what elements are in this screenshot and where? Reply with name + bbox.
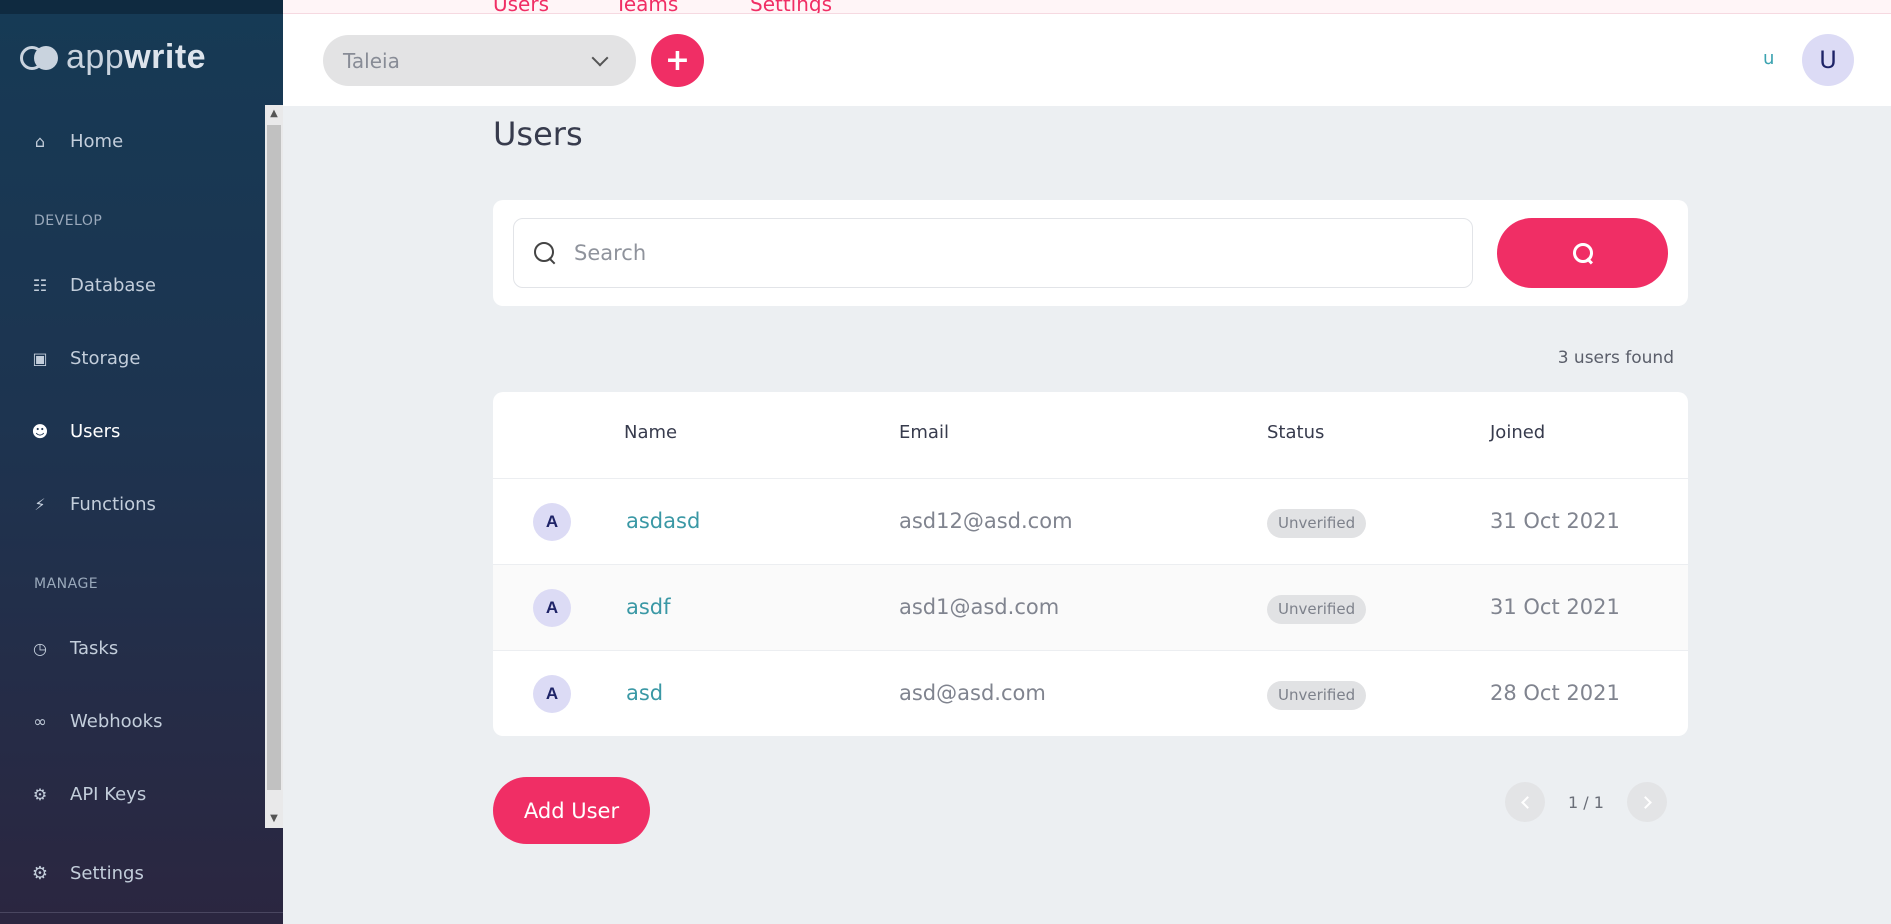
status-badge: Unverified [1267,595,1367,624]
status-badge: Unverified [1267,681,1367,710]
folder-icon: ▣ [32,349,48,368]
appwrite-logo[interactable]: appwrite [20,38,206,77]
page-title: Users [493,115,583,153]
section-label-develop: DEVELOP [34,213,103,229]
user-email: asd1@asd.com [899,595,1060,619]
user-name-link[interactable]: asd [626,681,663,705]
sidebar-item-api-keys[interactable]: ⚙ API Keys [30,784,146,805]
sidebar-item-tasks[interactable]: ◷ Tasks [30,638,118,659]
tabs-strip: Users Teams Settings [283,0,1891,14]
chevron-down-icon [591,49,609,66]
plus-icon: + [664,43,691,78]
project-select-value: Taleia [343,48,400,73]
link-icon: ∞ [33,712,47,731]
sidebar-item-label: Home [70,131,124,152]
gear-icon: ⚙ [31,863,49,884]
sidebar-nav: ⌂ Home DEVELOP ☷ Database ▣ Storage ☻ Us… [0,105,283,830]
search-icon [534,242,556,264]
user-avatar: A [533,589,571,627]
sidebar-item-label: Functions [70,494,156,515]
scroll-up-icon[interactable]: ▲ [265,105,283,123]
sidebar-item-webhooks[interactable]: ∞ Webhooks [30,711,162,732]
table-row[interactable]: A asdasd asd12@asd.com Unverified 31 Oct… [493,479,1688,565]
logo-text: appwrite [66,38,207,76]
table-row[interactable]: A asdf asd1@asd.com Unverified 31 Oct 20… [493,565,1688,651]
pagination: 1 / 1 [1505,782,1667,822]
user-email: asd@asd.com [899,681,1046,705]
add-project-button[interactable]: + [651,34,704,87]
search-box[interactable] [513,218,1473,288]
prev-page-button[interactable] [1505,782,1545,822]
add-user-button[interactable]: Add User [493,777,650,844]
tab-settings[interactable]: Settings [750,0,832,13]
clock-icon: ◷ [33,639,47,658]
sidebar-item-label: Webhooks [70,711,163,732]
scrollbar-thumb[interactable] [267,125,281,790]
tab-users[interactable]: Users [493,0,549,13]
sidebar-item-storage[interactable]: ▣ Storage [30,348,140,369]
column-header-email: Email [899,422,949,443]
user-joined-date: 31 Oct 2021 [1490,595,1620,619]
sidebar-top-strip [0,0,283,14]
user-joined-date: 28 Oct 2021 [1490,681,1620,705]
status-badge: Unverified [1267,509,1367,538]
sidebar-divider [0,912,283,913]
user-name-link[interactable]: asdasd [626,509,700,533]
sidebar-item-settings[interactable]: ⚙ Settings [30,863,144,884]
sidebar-item-label: Tasks [70,638,119,659]
column-header-name: Name [624,422,678,443]
sidebar-item-label: Database [70,275,156,296]
section-label-manage: MANAGE [34,576,99,592]
scroll-down-icon[interactable]: ▼ [265,810,283,828]
tab-teams[interactable]: Teams [615,0,678,13]
page-indicator: 1 / 1 [1568,792,1604,812]
sidebar-scrollbar[interactable]: ▲ ▼ [265,105,283,828]
user-joined-date: 31 Oct 2021 [1490,509,1620,533]
search-icon [1572,243,1593,263]
search-card [493,200,1688,306]
column-header-status: Status [1267,422,1325,443]
column-header-joined: Joined [1490,422,1546,443]
user-avatar: A [533,503,571,541]
user-email: asd12@asd.com [899,509,1073,533]
project-select[interactable]: Taleia [323,35,636,86]
table-row[interactable]: A asd asd@asd.com Unverified 28 Oct 2021 [493,651,1688,736]
user-name[interactable]: u [1763,48,1774,69]
sidebar-item-label: API Keys [70,784,147,805]
sidebar-item-functions[interactable]: ⚡ Functions [30,494,156,515]
sidebar: appwrite ⌂ Home DEVELOP ☷ Database ▣ Sto… [0,0,283,924]
sidebar-item-label: Settings [70,863,144,884]
sidebar-item-label: Storage [70,348,141,369]
users-icon: ☻ [31,422,49,441]
bolt-icon: ⚡ [34,495,46,514]
database-icon: ☷ [32,276,48,295]
key-icon: ⚙ [32,785,48,804]
appwrite-logo-icon [20,44,60,72]
next-page-button[interactable] [1627,782,1667,822]
users-found-count: 3 users found [1557,348,1674,368]
user-name-link[interactable]: asdf [626,595,671,619]
sidebar-item-database[interactable]: ☷ Database [30,275,156,296]
avatar[interactable]: U [1802,34,1854,86]
search-input[interactable] [574,241,1454,265]
chevron-right-icon [1638,795,1652,809]
search-button[interactable] [1497,218,1668,288]
sidebar-item-users[interactable]: ☻ Users [30,421,121,442]
sidebar-item-label: Users [70,421,121,442]
chevron-left-icon [1520,795,1534,809]
user-avatar: A [533,675,571,713]
sidebar-item-home[interactable]: ⌂ Home [30,131,123,152]
home-icon: ⌂ [34,132,46,151]
users-table: Name Email Status Joined A asdasd asd12@… [493,392,1688,736]
